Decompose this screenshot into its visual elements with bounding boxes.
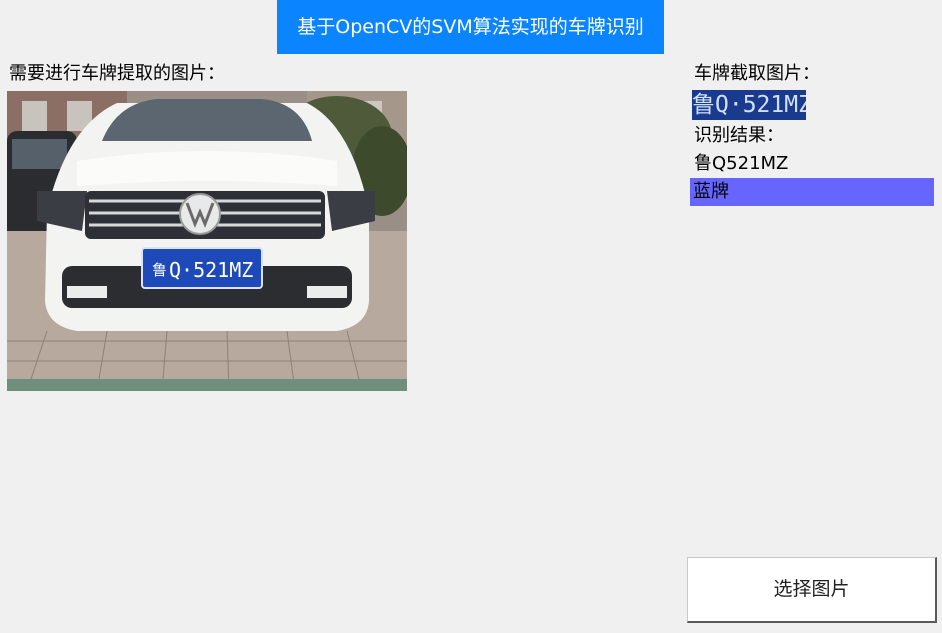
app-title: 基于OpenCV的SVM算法实现的车牌识别 [277,0,664,54]
photo-plate-province: 鲁 [152,261,167,279]
plate-crop-image: 鲁Q·521MZ [692,90,806,120]
plate-crop-label: 车牌截取图片： [694,63,820,84]
select-image-button[interactable]: 选择图片 [687,557,937,623]
result-label: 识别结果： [694,125,784,146]
plate-color-result: 蓝牌 [690,178,934,206]
car-photo-illustration: 鲁 Q·521MZ [7,91,407,391]
car-photo: 鲁 Q·521MZ [7,91,407,391]
source-image-label: 需要进行车牌提取的图片： [9,63,225,84]
result-plate-number: 鲁Q521MZ [694,153,789,174]
photo-plate-number: Q·521MZ [169,258,253,282]
plate-crop-text: 鲁Q·521MZ [692,92,806,118]
